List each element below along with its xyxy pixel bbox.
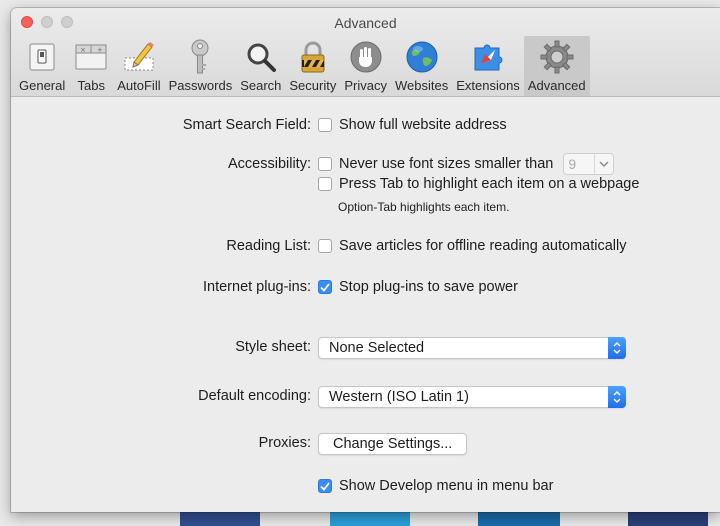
checkbox-box[interactable] (318, 118, 332, 132)
tab-search[interactable]: Search (236, 36, 285, 96)
tab-label: Advanced (527, 78, 586, 93)
checkbox-label: Never use font sizes smaller than (339, 156, 554, 172)
encoding-select[interactable]: Western (ISO Latin 1) (318, 386, 626, 408)
style-sheet-select[interactable]: None Selected (318, 337, 626, 359)
show-full-address-checkbox[interactable]: Show full website address (318, 117, 507, 133)
tabs-icon: × + (73, 39, 109, 75)
offline-reading-checkbox[interactable]: Save articles for offline reading automa… (318, 238, 626, 254)
tab-extensions[interactable]: Extensions (452, 36, 524, 96)
style-sheet-label: Style sheet: (235, 339, 311, 355)
smart-search-row: Smart Search Field: Show full website ad… (11, 117, 720, 139)
tab-label: AutoFill (117, 78, 161, 93)
encoding-row: Default encoding: Western (ISO Latin 1) (11, 386, 720, 408)
tab-label: Security (289, 78, 337, 93)
hand-stop-icon (348, 39, 384, 75)
font-size-select[interactable]: 9 (563, 153, 615, 175)
show-develop-menu-checkbox[interactable]: Show Develop menu in menu bar (318, 478, 553, 494)
tab-label: Passwords (168, 78, 233, 93)
puzzle-icon (470, 39, 506, 75)
key-icon (182, 39, 218, 75)
checkbox-box[interactable] (318, 177, 332, 191)
change-proxy-settings-button[interactable]: Change Settings... (318, 433, 468, 455)
proxies-label: Proxies: (258, 435, 311, 451)
tab-autofill[interactable]: AutoFill (113, 36, 164, 96)
min-font-size-option: Never use font sizes smaller than 9 (318, 153, 615, 175)
chevron-down-icon (595, 160, 613, 168)
tab-label: Tabs (77, 78, 105, 93)
tab-privacy[interactable]: Privacy (340, 36, 391, 96)
tab-advanced[interactable]: Advanced (523, 36, 590, 96)
checkbox-label: Show Develop menu in menu bar (339, 478, 554, 494)
pencil-form-icon (121, 39, 157, 75)
tab-tabs[interactable]: × + Tabs (69, 36, 113, 96)
window-title: Advanced (334, 15, 397, 31)
tab-label: Privacy (344, 78, 387, 93)
min-font-size-checkbox[interactable]: Never use font sizes smaller than (318, 156, 553, 172)
select-value: Western (ISO Latin 1) (329, 389, 469, 405)
proxies-row: Proxies: Change Settings... (11, 433, 720, 455)
updown-chevron-icon (608, 386, 626, 408)
checkbox-label: Stop plug-ins to save power (339, 279, 518, 295)
preferences-toolbar: General × + Tabs AutoFill Passwords Sear… (15, 36, 590, 96)
tab-general[interactable]: General (15, 36, 69, 96)
checkbox-label: Save articles for offline reading automa… (339, 238, 627, 254)
checkmark-icon (320, 282, 330, 292)
select-value: None Selected (329, 340, 425, 356)
tab-label: Websites (394, 78, 449, 93)
plugins-label: Internet plug-ins: (202, 279, 311, 295)
accessibility-row: Accessibility: Never use font sizes smal… (11, 153, 720, 226)
tab-passwords[interactable]: Passwords (165, 36, 237, 96)
tab-label: Search (240, 78, 282, 93)
tab-label: Extensions (456, 78, 520, 93)
checkbox-box[interactable] (318, 479, 332, 493)
svg-text:×: × (80, 46, 86, 54)
checkmark-icon (320, 481, 330, 491)
plugins-row: Internet plug-ins: Stop plug-ins to save… (11, 279, 720, 301)
updown-chevron-icon (608, 337, 626, 359)
tab-websites[interactable]: Websites (391, 36, 452, 96)
gear-icon (539, 39, 575, 75)
encoding-label: Default encoding: (198, 388, 311, 404)
smart-search-label: Smart Search Field: (182, 117, 311, 133)
general-switch-icon (24, 39, 60, 75)
advanced-pane: Smart Search Field: Show full website ad… (11, 97, 720, 494)
tab-security[interactable]: Security (285, 36, 340, 96)
reading-list-label: Reading List: (226, 238, 311, 254)
tab-label: General (19, 78, 66, 93)
checkbox-label: Show full website address (339, 117, 507, 133)
press-tab-checkbox[interactable]: Press Tab to highlight each item on a we… (318, 176, 639, 192)
checkbox-box[interactable] (318, 280, 332, 294)
title-bar: Advanced General × + Tabs AutoFill Passw… (11, 8, 720, 97)
globe-icon (404, 39, 440, 75)
font-size-value: 9 (564, 154, 596, 174)
padlock-icon (295, 39, 331, 75)
stop-plugins-checkbox[interactable]: Stop plug-ins to save power (318, 279, 518, 295)
preferences-window: Advanced General × + Tabs AutoFill Passw… (11, 8, 720, 512)
develop-row: Show Develop menu in menu bar (11, 478, 720, 500)
checkbox-box[interactable] (318, 239, 332, 253)
option-tab-note: Option-Tab highlights each item. (338, 200, 510, 214)
magnifier-icon (243, 39, 279, 75)
svg-text:+: + (97, 46, 103, 54)
checkbox-label: Press Tab to highlight each item on a we… (339, 176, 640, 192)
accessibility-label: Accessibility: (228, 156, 311, 172)
style-sheet-row: Style sheet: None Selected (11, 337, 720, 359)
reading-list-row: Reading List: Save articles for offline … (11, 238, 720, 260)
checkbox-box[interactable] (318, 157, 332, 171)
